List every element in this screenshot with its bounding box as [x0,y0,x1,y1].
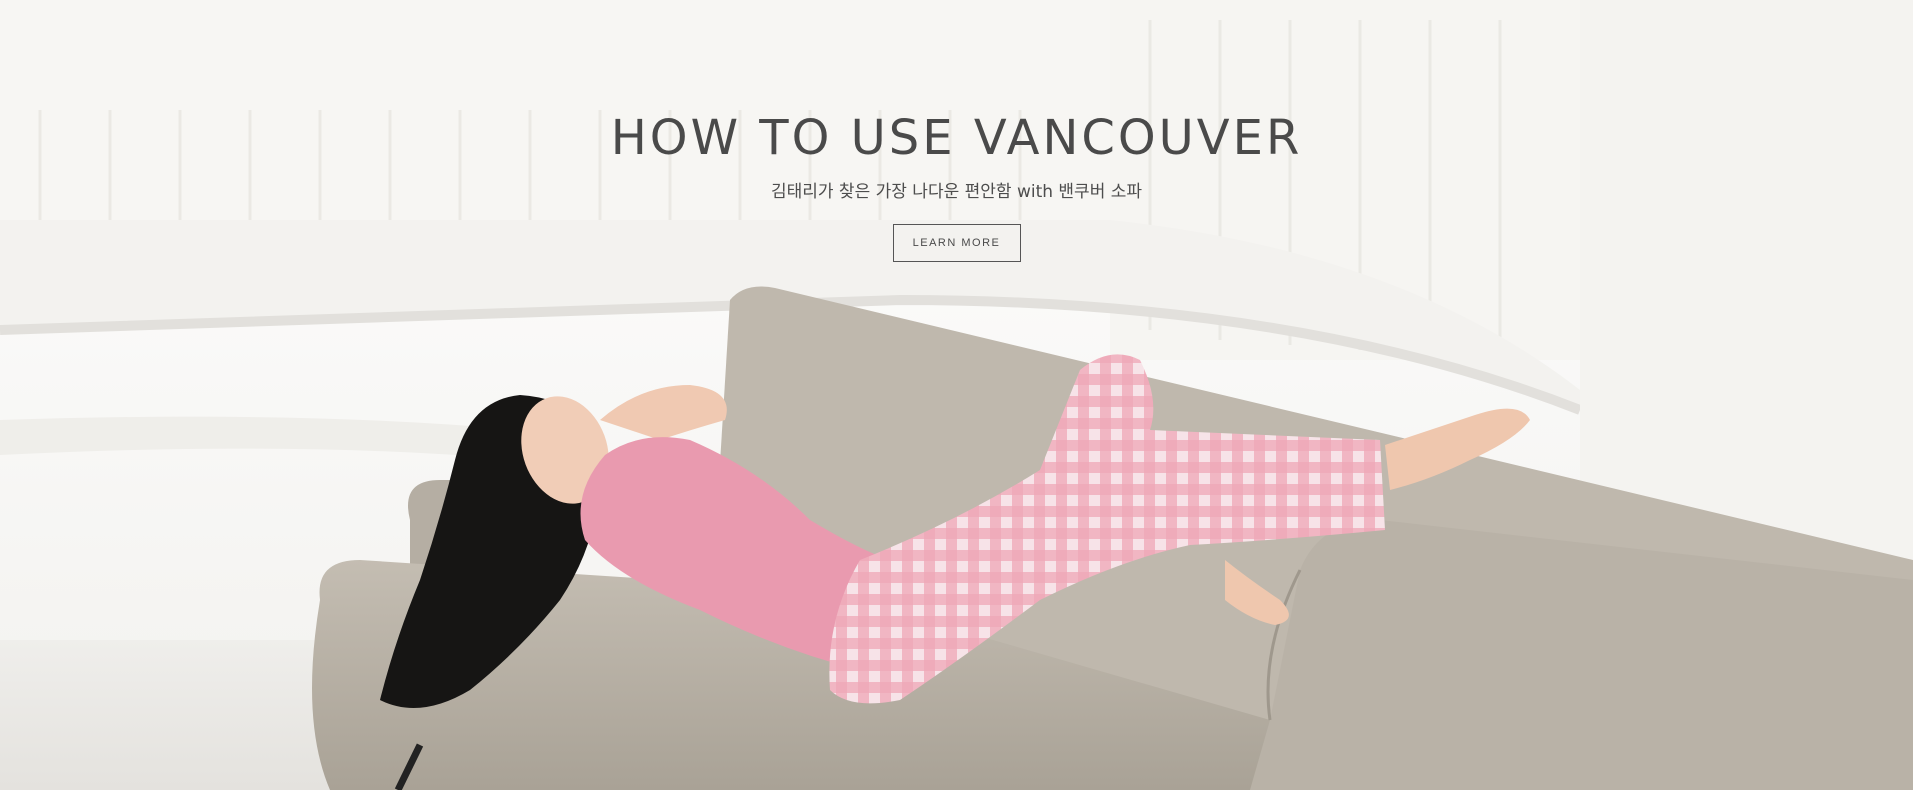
learn-more-button[interactable]: LEARN MORE [892,224,1021,262]
hero-banner: HOW TO USE VANCOUVER 김태리가 찾은 가장 나다운 편안함 … [0,0,1913,790]
hero-content: HOW TO USE VANCOUVER 김태리가 찾은 가장 나다운 편안함 … [0,108,1913,262]
hero-title: HOW TO USE VANCOUVER [610,110,1303,166]
hero-subtitle: 김태리가 찾은 가장 나다운 편안함 with 밴쿠버 소파 [770,182,1143,202]
